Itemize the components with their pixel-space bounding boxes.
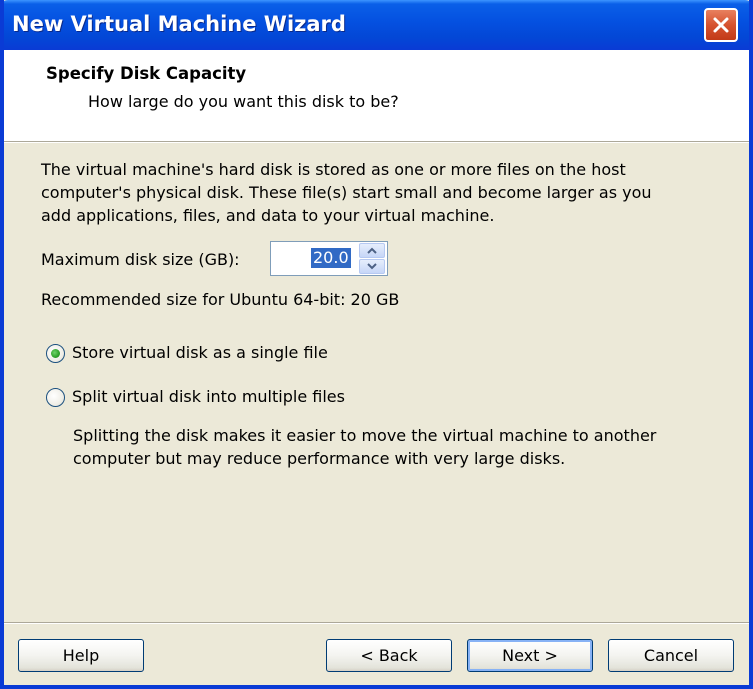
page-title: Specify Disk Capacity — [46, 64, 247, 83]
wizard-header: Specify Disk Capacity How large do you w… — [4, 50, 749, 142]
window-title: New Virtual Machine Wizard — [12, 12, 346, 36]
split-files-label[interactable]: Split virtual disk into multiple files — [72, 387, 345, 406]
max-disk-size-label: Maximum disk size (GB): — [41, 250, 240, 269]
arrow-up-icon — [367, 247, 377, 254]
header-divider — [4, 142, 749, 143]
next-button[interactable]: Next > — [467, 639, 593, 672]
arrow-down-icon — [367, 263, 377, 270]
disk-description: The virtual machine's hard disk is store… — [41, 158, 652, 227]
disk-size-stepper[interactable]: 20.0 — [270, 241, 388, 276]
recommended-size-text: Recommended size for Ubuntu 64-bit: 20 G… — [41, 290, 400, 309]
description-line: The virtual machine's hard disk is store… — [41, 160, 626, 179]
disk-size-input[interactable]: 20.0 — [311, 248, 351, 268]
radio-selected-dot — [51, 349, 60, 358]
close-button[interactable] — [704, 8, 738, 42]
back-button[interactable]: < Back — [326, 639, 452, 672]
close-icon — [713, 17, 729, 33]
title-bar[interactable]: New Virtual Machine Wizard — [4, 0, 749, 50]
increase-button[interactable] — [359, 243, 385, 258]
single-file-label[interactable]: Store virtual disk as a single file — [72, 343, 328, 362]
single-file-radio[interactable] — [46, 344, 65, 363]
decrease-button[interactable] — [359, 259, 385, 274]
page-subtitle: How large do you want this disk to be? — [88, 92, 399, 111]
help-button[interactable]: Help — [18, 639, 144, 672]
description-line: add applications, files, and data to you… — [41, 206, 495, 225]
split-help-line: computer but may reduce performance with… — [73, 449, 566, 468]
cancel-button[interactable]: Cancel — [608, 639, 734, 672]
split-files-radio[interactable] — [46, 388, 65, 407]
split-help-text: Splitting the disk makes it easier to mo… — [73, 424, 656, 470]
split-help-line: Splitting the disk makes it easier to mo… — [73, 426, 657, 445]
wizard-window: New Virtual Machine Wizard Specify Disk … — [0, 0, 753, 689]
description-line: computer's physical disk. These file(s) … — [41, 183, 652, 202]
footer-divider-highlight — [4, 623, 749, 624]
